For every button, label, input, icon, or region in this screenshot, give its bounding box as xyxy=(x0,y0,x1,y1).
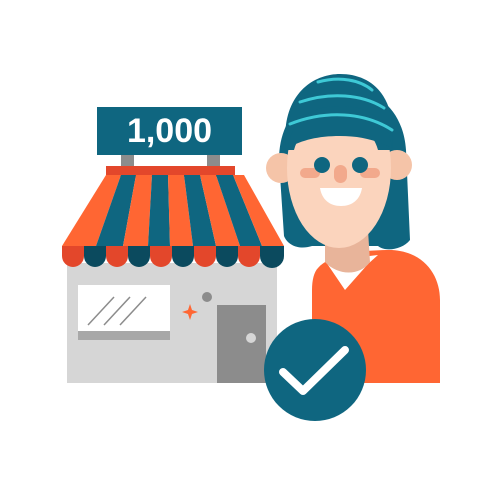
price-sign-label: 1,000 xyxy=(127,112,212,150)
eye-right xyxy=(352,157,368,173)
checkmark-badge-icon xyxy=(264,319,366,421)
badge-circle xyxy=(264,319,366,421)
eye-left xyxy=(314,157,330,173)
store-door xyxy=(217,305,266,383)
door-knob xyxy=(246,333,256,343)
door-light xyxy=(202,292,212,302)
awning xyxy=(62,175,284,246)
storefront-icon: 1,000 xyxy=(62,107,284,383)
shop-window xyxy=(78,285,170,331)
nose xyxy=(334,165,347,183)
illustration-scene: 1,000 xyxy=(62,74,440,421)
shop-window-sill xyxy=(78,330,170,340)
